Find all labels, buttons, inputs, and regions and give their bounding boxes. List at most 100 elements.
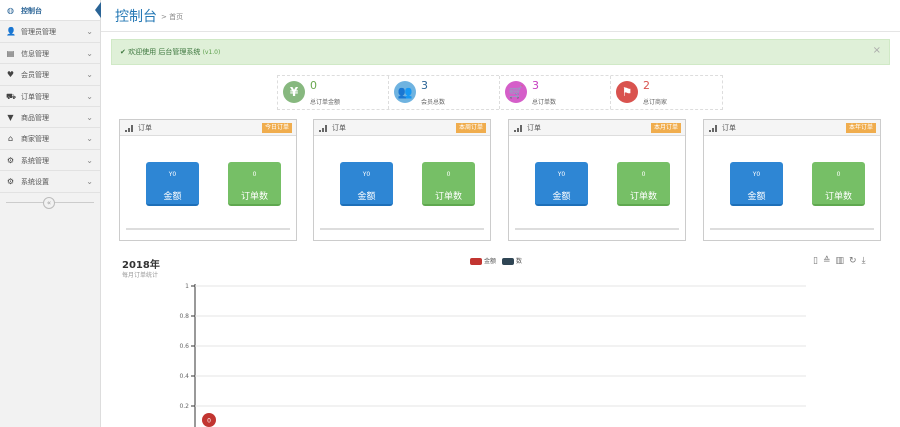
order-card: 订单 本年订单 Y0 金额 0 订单数 bbox=[703, 119, 881, 241]
sidebar-item[interactable]: ⚙ 系统管理 ⌄ bbox=[0, 150, 100, 172]
welcome-alert: ✔ 欢迎使用 后台管理系统 (v1.0) × bbox=[111, 39, 890, 65]
signal-icon bbox=[514, 125, 523, 132]
legend-label: 数 bbox=[516, 258, 523, 265]
amount-tile[interactable]: Y0 金额 bbox=[535, 162, 588, 206]
legend-swatch bbox=[502, 258, 515, 265]
y-tick-label: 0.8 bbox=[179, 313, 189, 320]
sidebar-item[interactable]: 👤 管理员管理 ⌄ bbox=[0, 21, 100, 43]
sidebar-item[interactable]: ⛟ 订单管理 ⌄ bbox=[0, 86, 100, 107]
divider bbox=[320, 228, 484, 230]
line-type-icon[interactable]: ≙ bbox=[823, 256, 836, 266]
stat-label: 总订单金额 bbox=[310, 99, 341, 106]
amount-value: Y0 bbox=[752, 171, 761, 178]
breadcrumb[interactable]: > 首页 bbox=[161, 12, 183, 22]
amount-tile[interactable]: Y0 金额 bbox=[730, 162, 783, 206]
amount-tile[interactable]: Y0 金额 bbox=[146, 162, 199, 206]
stat-label: 会员总数 bbox=[421, 99, 446, 106]
cart-icon: 🛒 bbox=[505, 81, 527, 103]
count-label: 订单数 bbox=[629, 192, 657, 202]
stat-item: 👥 3 会员总数 bbox=[389, 76, 500, 109]
legend-label: 金额 bbox=[484, 258, 497, 265]
divider bbox=[126, 228, 290, 230]
sidebar-item-label: 管理员管理 bbox=[21, 28, 56, 37]
legend-item[interactable]: 数 bbox=[502, 256, 522, 265]
chevron-down-icon: ⌄ bbox=[86, 48, 93, 58]
legend-item[interactable]: 金额 bbox=[470, 256, 496, 265]
amount-value: Y0 bbox=[168, 171, 177, 178]
sidebar-item-label: 控制台 bbox=[21, 7, 42, 15]
sidebar-item[interactable]: ▤ 信息管理 ⌄ bbox=[0, 43, 100, 65]
order-card: 订单 本月订单 Y0 金额 0 订单数 bbox=[508, 119, 686, 241]
card-title: 订单 bbox=[527, 124, 541, 132]
y-tick-label: 1 bbox=[185, 283, 189, 290]
sidebar-item[interactable]: ▼ 商品管理 ⌄ bbox=[0, 107, 100, 129]
sidebar-item-label: 商家管理 bbox=[21, 135, 49, 144]
signal-icon bbox=[125, 125, 134, 132]
amount-label: 金额 bbox=[747, 192, 766, 202]
chevron-down-icon: ⌄ bbox=[86, 134, 93, 144]
amount-value: Y0 bbox=[362, 171, 371, 178]
user-icon: 👤 bbox=[6, 27, 16, 37]
amount-label: 金额 bbox=[357, 192, 376, 202]
data-view-icon[interactable]: ▯ bbox=[813, 256, 823, 266]
sidebar-item-label: 商品管理 bbox=[21, 113, 49, 122]
cog-icon: ⚙ bbox=[6, 177, 15, 187]
alert-version: (v1.0) bbox=[202, 49, 221, 56]
count-value: 0 bbox=[446, 171, 451, 178]
count-label: 订单数 bbox=[824, 192, 852, 202]
amount-tile[interactable]: Y0 金额 bbox=[340, 162, 393, 206]
stats-panel: ¥0 总订单金额 👥 3 会员总数 🛒 3 总订单数 ⚑ 2 总订商家 bbox=[277, 75, 723, 110]
stat-item: ⚑ 2 总订商家 bbox=[611, 76, 722, 109]
count-value: 0 bbox=[252, 171, 257, 178]
page-title: 控制台 bbox=[115, 9, 157, 25]
sidebar-item-label: 系统管理 bbox=[21, 156, 49, 165]
sidebar-item-label: 订单管理 bbox=[21, 92, 49, 101]
data-label: 0 bbox=[207, 418, 211, 425]
y-tick-label: 0.4 bbox=[179, 373, 189, 380]
sidebar-collapse-row: « bbox=[0, 193, 100, 215]
sidebar-item[interactable]: ⌂ 商家管理 ⌄ bbox=[0, 128, 100, 150]
count-tile[interactable]: 0 订单数 bbox=[422, 162, 475, 206]
filter-icon: ▼ bbox=[7, 112, 14, 122]
collapse-sidebar-button[interactable]: « bbox=[43, 196, 55, 209]
chevron-down-icon: ⌄ bbox=[86, 27, 93, 37]
sidebar-item[interactable]: ◍ 控制台 bbox=[0, 0, 101, 22]
sidebar: ◍ 控制台 👤 管理员管理 ⌄ ▤ 信息管理 ⌄ ♥ 会员管理 ⌄ ⛟ 订单管理 ⌄ ▼ 商品管理 ⌄ ⌂ 商家管理… bbox=[0, 0, 101, 427]
sidebar-item-label: 系统设置 bbox=[21, 178, 49, 187]
bar-type-icon[interactable]: ▥ bbox=[836, 256, 850, 266]
stat-label: 总订单数 bbox=[532, 99, 557, 106]
chevron-down-icon: ⌄ bbox=[86, 70, 93, 80]
count-tile[interactable]: 0 订单数 bbox=[812, 162, 865, 206]
flag-icon: ⚑ bbox=[616, 81, 638, 103]
stat-value: 2 bbox=[643, 79, 650, 92]
stat-value: 3 bbox=[421, 79, 428, 92]
cart-icon: ⛟ bbox=[6, 91, 17, 101]
sidebar-menu: ◍ 控制台 👤 管理员管理 ⌄ ▤ 信息管理 ⌄ ♥ 会员管理 ⌄ ⛟ 订单管理 ⌄ ▼ 商品管理 ⌄ ⌂ 商家管理… bbox=[0, 0, 101, 193]
card-header: 订单 本年订单 bbox=[704, 120, 880, 136]
stat-item: ¥0 总订单金额 bbox=[278, 76, 389, 109]
amount-label: 金额 bbox=[163, 192, 182, 202]
count-label: 订单数 bbox=[240, 192, 268, 202]
count-tile[interactable]: 0 订单数 bbox=[617, 162, 670, 206]
chevron-down-icon: ⌄ bbox=[86, 112, 93, 122]
chart-toolbox: ▯≙▥↻⤓ bbox=[813, 256, 871, 266]
sidebar-item[interactable]: ⚙ 系统设置 ⌄ bbox=[0, 171, 100, 193]
users-icon: 👥 bbox=[394, 81, 416, 103]
signal-icon bbox=[319, 125, 328, 132]
count-value: 0 bbox=[641, 171, 646, 178]
dashboard-icon: ◍ bbox=[7, 6, 14, 15]
main-content: 控制台 > 首页 ✔ 欢迎使用 后台管理系统 (v1.0) × ¥0 总订单金额 👥… bbox=[101, 0, 900, 427]
order-card: 订单 今日订单 Y0 金额 0 订单数 bbox=[119, 119, 297, 241]
chevron-down-icon: ⌄ bbox=[86, 91, 93, 101]
card-title: 订单 bbox=[332, 124, 346, 132]
count-tile[interactable]: 0 订单数 bbox=[228, 162, 281, 206]
period-badge: 本年订单 bbox=[845, 123, 876, 133]
close-icon[interactable]: × bbox=[873, 45, 881, 56]
refresh-icon[interactable]: ↻ bbox=[849, 256, 862, 266]
save-image-icon[interactable]: ⤓ bbox=[862, 256, 871, 266]
sidebar-item[interactable]: ♥ 会员管理 ⌄ bbox=[0, 64, 100, 86]
chevron-down-icon: ⌄ bbox=[86, 155, 93, 165]
stat-item: 🛒 3 总订单数 bbox=[500, 76, 611, 109]
card-header: 订单 今日订单 bbox=[120, 120, 296, 136]
period-badge: 今日订单 bbox=[261, 123, 292, 133]
